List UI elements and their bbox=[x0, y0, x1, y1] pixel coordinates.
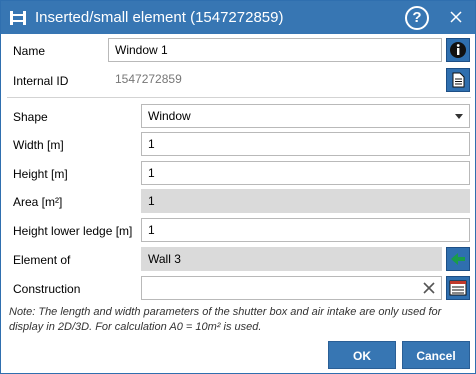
height-label: Height [m] bbox=[13, 167, 68, 181]
document-icon bbox=[452, 72, 465, 88]
separator bbox=[7, 97, 471, 98]
element-of-field: Wall 3 bbox=[141, 247, 442, 271]
shape-select[interactable]: Window bbox=[141, 104, 470, 128]
info-icon bbox=[450, 42, 466, 58]
shape-label: Shape bbox=[13, 110, 48, 124]
title-bar[interactable]: Inserted/small element (1547272859) ? bbox=[1, 1, 475, 34]
construction-picker-button[interactable] bbox=[446, 276, 470, 300]
clear-icon[interactable] bbox=[421, 280, 437, 296]
ledge-label: Height lower ledge [m] bbox=[13, 224, 133, 238]
name-field[interactable]: Window 1 bbox=[108, 38, 442, 62]
dialog-title: Inserted/small element (1547272859) bbox=[35, 9, 284, 26]
help-button[interactable]: ? bbox=[405, 6, 429, 30]
construction-layers-icon bbox=[449, 280, 467, 296]
cancel-button[interactable]: Cancel bbox=[402, 341, 470, 369]
copy-id-button[interactable] bbox=[446, 68, 470, 92]
construction-field[interactable] bbox=[141, 276, 442, 300]
close-icon[interactable] bbox=[445, 6, 467, 28]
info-button[interactable] bbox=[446, 38, 470, 62]
info-note: Note: The length and width parameters of… bbox=[9, 306, 442, 333]
element-of-label: Element of bbox=[13, 253, 71, 267]
dialog-window: Inserted/small element (1547272859) ? Na… bbox=[0, 0, 476, 374]
area-label: Area [m²] bbox=[13, 195, 63, 209]
shape-select-value: Window bbox=[148, 109, 191, 123]
chevron-down-icon bbox=[455, 114, 463, 119]
arrow-left-icon bbox=[451, 253, 465, 265]
ok-button[interactable]: OK bbox=[328, 341, 396, 369]
area-field: 1 bbox=[141, 189, 470, 213]
internal-id-label: Internal ID bbox=[13, 74, 69, 88]
window-element-icon bbox=[10, 11, 26, 25]
internal-id-value: 1547272859 bbox=[115, 72, 182, 86]
height-field[interactable]: 1 bbox=[141, 161, 470, 185]
construction-label: Construction bbox=[13, 282, 81, 296]
ledge-field[interactable]: 1 bbox=[141, 218, 470, 242]
name-label: Name bbox=[13, 44, 46, 58]
width-field[interactable]: 1 bbox=[141, 132, 470, 156]
go-to-element-button[interactable] bbox=[446, 247, 470, 271]
width-label: Width [m] bbox=[13, 138, 64, 152]
